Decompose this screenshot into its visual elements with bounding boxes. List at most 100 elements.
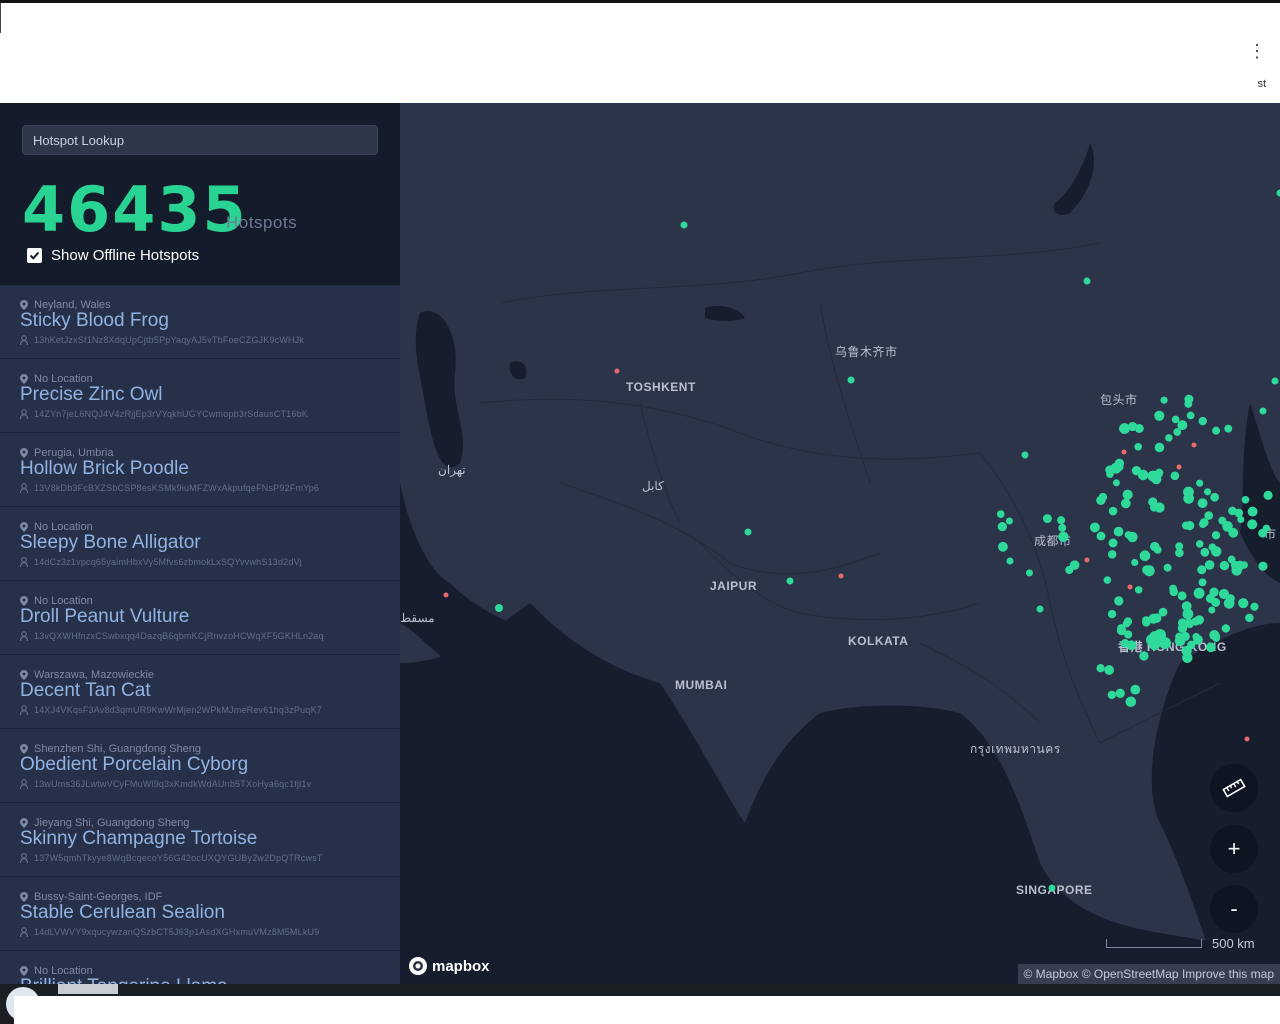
hotspot-dot[interactable] [1271,377,1279,385]
offline-hotspot-dot[interactable] [1176,464,1182,470]
hotspot-dot[interactable] [1153,545,1162,554]
hotspot-dot[interactable] [1218,516,1227,525]
hotspot-dot[interactable] [495,604,503,612]
show-offline-label[interactable]: Show Offline Hotspots [51,247,199,264]
hotspot-dot[interactable] [996,510,1005,518]
attribution-improve-link[interactable]: Improve this map [1182,967,1274,981]
hotspot-dot[interactable] [1193,587,1205,599]
hotspot-dot[interactable] [1198,416,1207,426]
hotspot-dot[interactable] [1096,495,1106,506]
hotspot-dot[interactable] [1154,469,1163,478]
hotspot-dot[interactable] [997,521,1007,532]
hotspot-list-item[interactable]: Neyland, Wales Sticky Blood Frog 13hKetJzx… [0,285,400,359]
kebab-menu-icon[interactable]: ⋮ [1248,42,1266,60]
hotspot-dot[interactable] [1198,578,1207,587]
hotspot-dot[interactable] [1238,598,1249,609]
hotspot-dot[interactable] [1131,558,1139,567]
hotspot-dot[interactable] [1096,531,1106,541]
hotspot-dot[interactable] [1005,517,1013,525]
offline-hotspot-dot[interactable] [838,573,844,579]
mapbox-logo[interactable]: mapbox [408,956,490,976]
offline-hotspot-dot[interactable] [1191,442,1197,448]
hotspot-dot[interactable] [1106,470,1114,479]
hotspot-list-item[interactable]: Perugia, Umbria Hollow Brick Poodle 13V8kD… [0,433,400,507]
hotspot-dot[interactable] [1126,640,1137,651]
hotspot-dot[interactable] [998,541,1008,552]
hotspot-dot[interactable] [1083,277,1091,285]
offline-hotspot-dot[interactable] [443,592,449,598]
hotspot-dot[interactable] [1258,561,1268,571]
hotspot-dot[interactable] [1048,884,1056,892]
hotspot-dot[interactable] [744,528,752,536]
hotspot-dot[interactable] [1170,471,1180,481]
hotspot-dot[interactable] [1160,396,1168,404]
hotspot-list-item[interactable]: No Location Droll Peanut Vulture 13vQXWHfn… [0,581,400,655]
hotspot-dot[interactable] [1122,489,1133,500]
hotspot-dot[interactable] [1169,584,1177,593]
hotspot-dot[interactable] [1128,421,1138,432]
hotspot-dot[interactable] [1200,547,1210,557]
hotspot-dot[interactable] [1208,543,1217,551]
hotspot-dot[interactable] [1058,523,1067,532]
hotspot-dot[interactable] [1204,560,1215,570]
hotspot-dot[interactable] [1108,506,1118,516]
hotspot-dot[interactable] [1195,540,1204,548]
hotspot-dot[interactable] [1125,696,1137,708]
hotspot-list-item[interactable]: No Location Precise Zinc Owl 14ZYn7jeL6NQJ… [0,359,400,433]
hotspot-dot[interactable] [1208,606,1216,614]
hotspot-dot[interactable] [1114,596,1124,606]
hotspot-dot[interactable] [1211,531,1221,540]
hotspot-dot[interactable] [1006,557,1014,565]
hotspot-dot[interactable] [1089,522,1100,533]
hotspot-dot[interactable] [1151,613,1162,623]
hotspot-list-item[interactable]: Bussy-Saint-Georges, IDF Stable Cerulean … [0,877,400,951]
hotspot-dot[interactable] [1209,630,1220,641]
ruler-icon[interactable] [1210,764,1258,812]
hotspot-dot[interactable] [1212,426,1221,435]
hotspot-dot[interactable] [1107,550,1117,559]
hotspot-dot[interactable] [1025,569,1033,577]
hotspot-dot[interactable] [1177,618,1187,628]
hotspot-dot[interactable] [1181,521,1191,530]
hotspot-dot[interactable] [1250,602,1259,611]
hotspot-dot[interactable] [1057,516,1066,525]
hotspot-dot[interactable] [1112,479,1120,487]
hotspot-dot[interactable] [1021,451,1029,459]
attribution-mapbox-link[interactable]: © Mapbox [1024,967,1079,981]
hotspot-lookup-input[interactable] [22,125,378,155]
hotspot-dot[interactable] [1219,560,1230,571]
hotspot-dot[interactable] [1103,576,1112,584]
hotspot-dot[interactable] [1134,442,1143,451]
hotspot-dot[interactable] [1230,560,1240,570]
hotspot-dot[interactable] [1119,423,1130,434]
hotspot-list-item[interactable]: No Location Sleepy Bone Alligator 14dCz3z1… [0,507,400,581]
hotspot-dot[interactable] [1221,624,1231,633]
offline-hotspot-dot[interactable] [1244,736,1250,742]
hotspot-dot[interactable] [1241,495,1250,504]
hotspot-dot[interactable] [1058,531,1069,542]
hotspot-dot[interactable] [1183,493,1195,504]
hotspot-dot[interactable] [1107,609,1117,619]
hotspot-dot[interactable] [1113,526,1124,537]
hotspot-dot[interactable] [1036,605,1044,613]
hotspot-dot[interactable] [1210,492,1219,502]
hotspot-dot[interactable] [1197,565,1207,575]
hotspot-dot[interactable] [1184,399,1193,408]
hotspot-dot[interactable] [1181,645,1192,657]
offline-hotspot-dot[interactable] [1127,584,1133,590]
hotspot-dot[interactable] [1181,601,1192,612]
attribution-osm-link[interactable]: © OpenStreetMap [1082,967,1179,981]
hotspot-dot[interactable] [1107,690,1117,700]
hotspot-dot[interactable] [1204,488,1212,496]
hotspot-dot[interactable] [1127,531,1138,543]
hotspot-dot[interactable] [1240,561,1248,569]
hotspot-dot[interactable] [1139,651,1149,661]
show-offline-checkbox[interactable] [27,248,42,263]
hotspot-list-item[interactable]: Warszawa, Mazowieckie Decent Tan Cat 14XJ4… [0,655,400,729]
hotspot-dot[interactable] [1096,664,1105,673]
hotspot-dot[interactable] [1205,593,1215,603]
hotspot-dot[interactable] [1142,618,1151,627]
hotspot-dot[interactable] [1139,550,1151,562]
hotspot-dot[interactable] [1192,632,1200,641]
hotspot-dot[interactable] [1186,411,1195,420]
